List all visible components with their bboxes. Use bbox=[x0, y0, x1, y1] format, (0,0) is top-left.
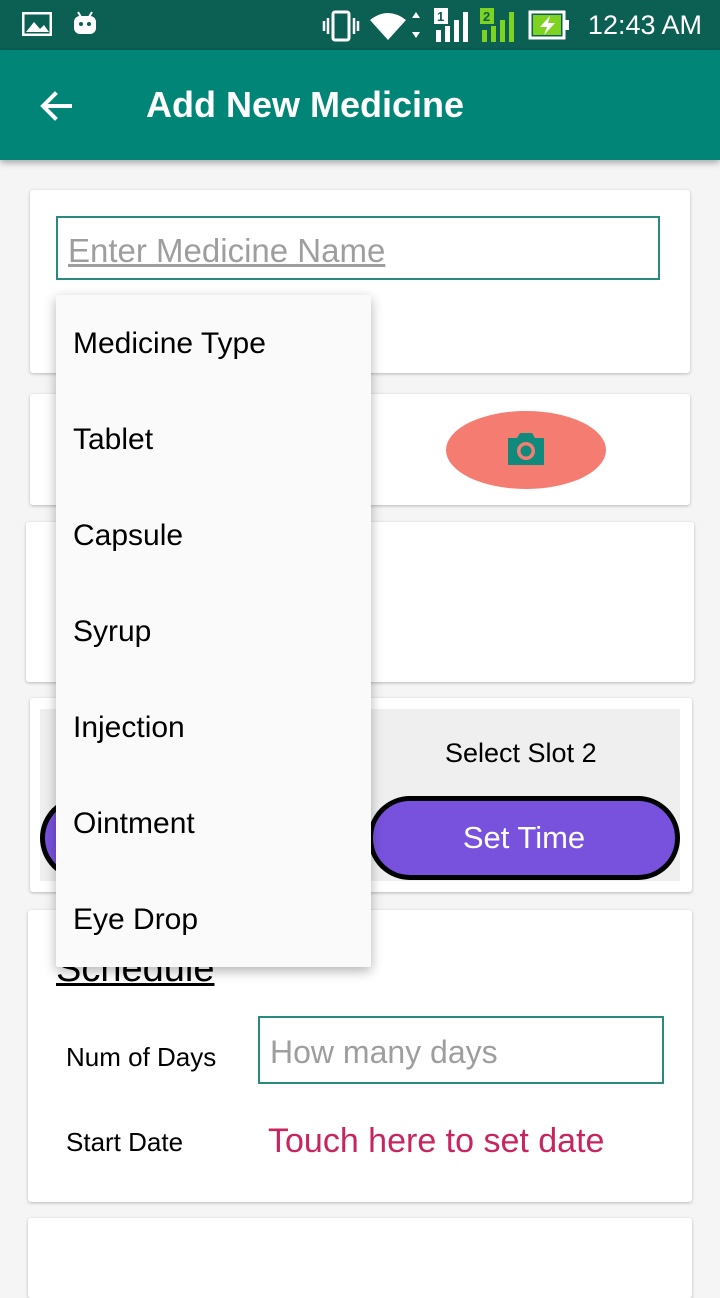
menu-item-injection[interactable]: Injection bbox=[73, 711, 185, 745]
camera-icon bbox=[508, 433, 544, 465]
page-title: Add New Medicine bbox=[146, 84, 465, 125]
vibrate-icon bbox=[322, 10, 360, 42]
medicine-type-dropdown: Medicine Type Tablet Capsule Syrup Injec… bbox=[56, 295, 371, 967]
camera-button[interactable] bbox=[446, 411, 606, 489]
gallery-notification-icon bbox=[22, 12, 52, 36]
svg-text:1: 1 bbox=[437, 9, 444, 24]
start-date-label: Start Date bbox=[66, 1127, 184, 1157]
num-days-label: Num of Days bbox=[66, 1042, 217, 1072]
menu-item-eye-drop[interactable]: Eye Drop bbox=[73, 903, 198, 937]
menu-item-tablet[interactable]: Tablet bbox=[73, 423, 153, 457]
menu-item-capsule[interactable]: Capsule bbox=[73, 519, 183, 553]
signal-sim1-icon: 1 bbox=[434, 8, 468, 42]
num-days-placeholder: How many days bbox=[270, 1034, 498, 1070]
medicine-name-input[interactable]: Enter Medicine Name bbox=[56, 216, 660, 280]
menu-item-medicine-type[interactable]: Medicine Type bbox=[73, 327, 266, 361]
menu-item-ointment[interactable]: Ointment bbox=[73, 807, 195, 841]
svg-text:2: 2 bbox=[483, 9, 490, 24]
set-time-slot2-button[interactable]: Set Time bbox=[368, 796, 680, 880]
signal-sim2-icon: 2 bbox=[480, 8, 514, 42]
battery-charging-icon bbox=[528, 10, 569, 40]
app-bar: Add New Medicine bbox=[0, 50, 720, 160]
status-time: 12:43 AM bbox=[587, 10, 702, 40]
start-date-picker[interactable]: Touch here to set date bbox=[268, 1122, 604, 1161]
bottom-card bbox=[28, 1218, 692, 1298]
android-notification-icon bbox=[74, 11, 96, 34]
medicine-name-placeholder: Enter Medicine Name bbox=[68, 232, 386, 269]
slot2-label: Select Slot 2 bbox=[445, 738, 597, 768]
menu-item-syrup[interactable]: Syrup bbox=[73, 615, 151, 649]
num-days-input[interactable]: How many days bbox=[258, 1016, 664, 1084]
back-arrow-icon[interactable] bbox=[36, 86, 76, 126]
wifi-icon bbox=[370, 12, 420, 40]
status-bar: 1 2 12:43 AM bbox=[0, 0, 720, 50]
